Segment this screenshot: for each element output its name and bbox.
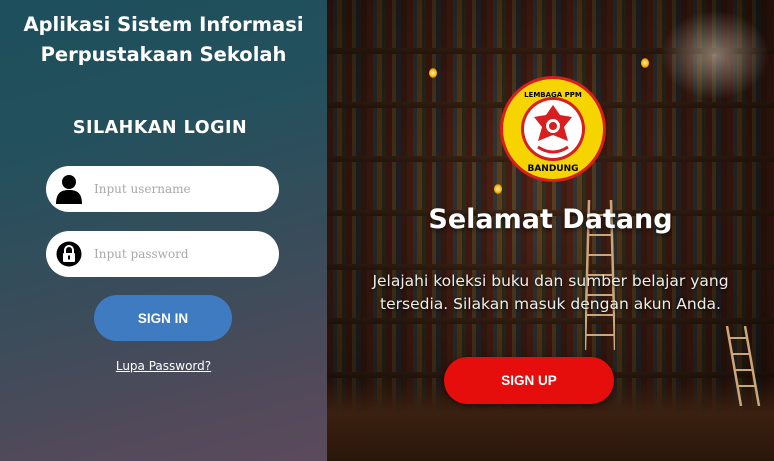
welcome-tagline: Jelajahi koleksi buku dan sumber belajar… — [372, 272, 729, 313]
app-title: Aplikasi Sistem Informasi Perpustakaan S… — [0, 10, 327, 70]
app-title-line2: Perpustakaan Sekolah — [40, 43, 287, 66]
password-field[interactable] — [46, 231, 279, 277]
welcome-title: Selamat Datang — [428, 204, 673, 235]
app-title-line1: Aplikasi Sistem Informasi — [23, 13, 304, 36]
username-field[interactable] — [46, 166, 279, 212]
password-input[interactable] — [92, 246, 266, 262]
lamp-icon — [641, 58, 649, 68]
login-page: Aplikasi Sistem Informasi Perpustakaan S… — [0, 0, 774, 461]
svg-text:LEMBAGA PPM: LEMBAGA PPM — [524, 91, 582, 99]
lamp-icon — [429, 68, 437, 78]
user-icon — [56, 174, 82, 204]
username-input[interactable] — [92, 181, 266, 197]
ladder-icon — [725, 326, 761, 406]
welcome-panel: LEMBAGA PPM BANDUNG Selamat Datang Jelaj… — [327, 0, 774, 461]
institution-logo: LEMBAGA PPM BANDUNG — [500, 76, 606, 182]
forgot-password-link[interactable]: Lupa Password? — [0, 359, 327, 373]
lock-icon — [56, 239, 82, 269]
sign-in-button[interactable]: SIGN IN — [94, 295, 232, 341]
login-panel: Aplikasi Sistem Informasi Perpustakaan S… — [0, 0, 327, 461]
window-glow — [660, 10, 770, 100]
login-heading: SILAHKAN LOGIN — [72, 118, 248, 138]
sign-up-button[interactable]: SIGN UP — [444, 357, 614, 404]
svg-text:BANDUNG: BANDUNG — [527, 164, 578, 174]
